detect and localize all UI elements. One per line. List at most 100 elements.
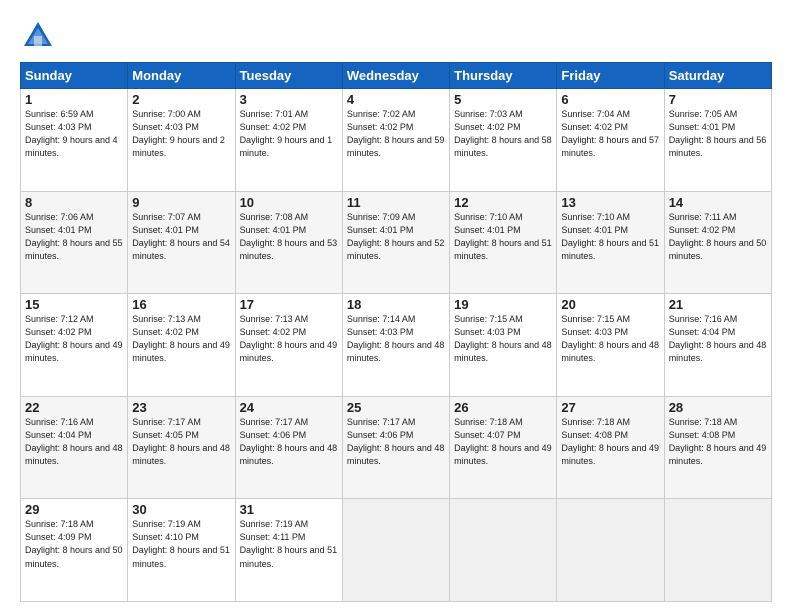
day-info: Sunrise: 7:06 AMSunset: 4:01 PMDaylight:… <box>25 212 123 261</box>
calendar-day-header: Wednesday <box>342 63 449 89</box>
calendar-cell: 27 Sunrise: 7:18 AMSunset: 4:08 PMDayligh… <box>557 396 664 499</box>
day-info: Sunrise: 7:17 AMSunset: 4:06 PMDaylight:… <box>240 417 338 466</box>
day-info: Sunrise: 7:08 AMSunset: 4:01 PMDaylight:… <box>240 212 338 261</box>
calendar-cell: 5 Sunrise: 7:03 AMSunset: 4:02 PMDaylight… <box>450 89 557 192</box>
day-info: Sunrise: 7:15 AMSunset: 4:03 PMDaylight:… <box>561 314 659 363</box>
day-number: 8 <box>25 195 123 210</box>
day-info: Sunrise: 7:12 AMSunset: 4:02 PMDaylight:… <box>25 314 123 363</box>
calendar-week-row: 1 Sunrise: 6:59 AMSunset: 4:03 PMDaylight… <box>21 89 772 192</box>
calendar-day-header: Monday <box>128 63 235 89</box>
day-number: 6 <box>561 92 659 107</box>
calendar-cell <box>342 499 449 602</box>
calendar-day-header: Sunday <box>21 63 128 89</box>
calendar-cell: 17Sunrise: 7:13 AMSunset: 4:02 PMDayligh… <box>235 294 342 397</box>
day-info: Sunrise: 7:05 AMSunset: 4:01 PMDaylight:… <box>669 109 767 158</box>
day-number: 29 <box>25 502 123 517</box>
day-info: Sunrise: 7:02 AMSunset: 4:02 PMDaylight:… <box>347 109 445 158</box>
calendar-week-row: 8 Sunrise: 7:06 AMSunset: 4:01 PMDaylight… <box>21 191 772 294</box>
calendar-day-header: Friday <box>557 63 664 89</box>
calendar-cell <box>450 499 557 602</box>
day-number: 9 <box>132 195 230 210</box>
day-number: 21 <box>669 297 767 312</box>
day-number: 10 <box>240 195 338 210</box>
day-number: 19 <box>454 297 552 312</box>
day-info: Sunrise: 7:10 AMSunset: 4:01 PMDaylight:… <box>561 212 659 261</box>
day-info: Sunrise: 6:59 AMSunset: 4:03 PMDaylight:… <box>25 109 118 158</box>
day-number: 4 <box>347 92 445 107</box>
day-number: 3 <box>240 92 338 107</box>
calendar-cell: 25Sunrise: 7:17 AMSunset: 4:06 PMDayligh… <box>342 396 449 499</box>
day-info: Sunrise: 7:18 AMSunset: 4:07 PMDaylight:… <box>454 417 552 466</box>
day-number: 5 <box>454 92 552 107</box>
day-number: 23 <box>132 400 230 415</box>
calendar-cell: 6Sunrise: 7:04 AMSunset: 4:02 PMDaylight… <box>557 89 664 192</box>
day-number: 1 <box>25 92 123 107</box>
day-number: 25 <box>347 400 445 415</box>
day-info: Sunrise: 7:15 AMSunset: 4:03 PMDaylight:… <box>454 314 552 363</box>
day-number: 22 <box>25 400 123 415</box>
calendar-cell: 9 Sunrise: 7:07 AMSunset: 4:01 PMDaylight… <box>128 191 235 294</box>
day-info: Sunrise: 7:18 AMSunset: 4:09 PMDaylight:… <box>25 519 123 568</box>
calendar-cell: 2Sunrise: 7:00 AMSunset: 4:03 PMDaylight… <box>128 89 235 192</box>
day-number: 11 <box>347 195 445 210</box>
calendar-cell: 12Sunrise: 7:10 AMSunset: 4:01 PMDayligh… <box>450 191 557 294</box>
calendar-table: SundayMondayTuesdayWednesdayThursdayFrid… <box>20 62 772 602</box>
calendar-cell: 23 Sunrise: 7:17 AMSunset: 4:05 PMDayligh… <box>128 396 235 499</box>
day-number: 27 <box>561 400 659 415</box>
calendar-cell: 16 Sunrise: 7:13 AMSunset: 4:02 PMDayligh… <box>128 294 235 397</box>
calendar-cell: 30 Sunrise: 7:19 AMSunset: 4:10 PMDayligh… <box>128 499 235 602</box>
day-info: Sunrise: 7:00 AMSunset: 4:03 PMDaylight:… <box>132 109 225 158</box>
page: SundayMondayTuesdayWednesdayThursdayFrid… <box>0 0 792 612</box>
calendar-cell: 18Sunrise: 7:14 AMSunset: 4:03 PMDayligh… <box>342 294 449 397</box>
calendar-day-header: Tuesday <box>235 63 342 89</box>
day-number: 24 <box>240 400 338 415</box>
calendar-day-header: Thursday <box>450 63 557 89</box>
calendar-cell: 13 Sunrise: 7:10 AMSunset: 4:01 PMDayligh… <box>557 191 664 294</box>
day-info: Sunrise: 7:17 AMSunset: 4:05 PMDaylight:… <box>132 417 230 466</box>
day-info: Sunrise: 7:18 AMSunset: 4:08 PMDaylight:… <box>669 417 767 466</box>
calendar-cell: 3Sunrise: 7:01 AMSunset: 4:02 PMDaylight… <box>235 89 342 192</box>
day-info: Sunrise: 7:18 AMSunset: 4:08 PMDaylight:… <box>561 417 659 466</box>
calendar-cell: 22Sunrise: 7:16 AMSunset: 4:04 PMDayligh… <box>21 396 128 499</box>
calendar-cell: 8 Sunrise: 7:06 AMSunset: 4:01 PMDaylight… <box>21 191 128 294</box>
day-number: 26 <box>454 400 552 415</box>
calendar-week-row: 15 Sunrise: 7:12 AMSunset: 4:02 PMDayligh… <box>21 294 772 397</box>
calendar-cell: 15 Sunrise: 7:12 AMSunset: 4:02 PMDayligh… <box>21 294 128 397</box>
day-info: Sunrise: 7:16 AMSunset: 4:04 PMDaylight:… <box>669 314 767 363</box>
day-info: Sunrise: 7:19 AMSunset: 4:11 PMDaylight:… <box>240 519 338 568</box>
calendar-header-row: SundayMondayTuesdayWednesdayThursdayFrid… <box>21 63 772 89</box>
day-info: Sunrise: 7:19 AMSunset: 4:10 PMDaylight:… <box>132 519 230 568</box>
calendar-cell: 31 Sunrise: 7:19 AMSunset: 4:11 PMDayligh… <box>235 499 342 602</box>
day-number: 7 <box>669 92 767 107</box>
calendar-cell: 24 Sunrise: 7:17 AMSunset: 4:06 PMDayligh… <box>235 396 342 499</box>
day-info: Sunrise: 7:13 AMSunset: 4:02 PMDaylight:… <box>132 314 230 363</box>
calendar-cell: 4 Sunrise: 7:02 AMSunset: 4:02 PMDaylight… <box>342 89 449 192</box>
day-number: 31 <box>240 502 338 517</box>
calendar-week-row: 29 Sunrise: 7:18 AMSunset: 4:09 PMDayligh… <box>21 499 772 602</box>
day-number: 15 <box>25 297 123 312</box>
calendar-week-row: 22Sunrise: 7:16 AMSunset: 4:04 PMDayligh… <box>21 396 772 499</box>
day-number: 17 <box>240 297 338 312</box>
calendar-day-header: Saturday <box>664 63 771 89</box>
calendar-cell: 19 Sunrise: 7:15 AMSunset: 4:03 PMDayligh… <box>450 294 557 397</box>
day-number: 30 <box>132 502 230 517</box>
day-info: Sunrise: 7:03 AMSunset: 4:02 PMDaylight:… <box>454 109 552 158</box>
calendar-cell: 20 Sunrise: 7:15 AMSunset: 4:03 PMDayligh… <box>557 294 664 397</box>
day-info: Sunrise: 7:11 AMSunset: 4:02 PMDaylight:… <box>669 212 767 261</box>
day-number: 16 <box>132 297 230 312</box>
calendar-cell: 26 Sunrise: 7:18 AMSunset: 4:07 PMDayligh… <box>450 396 557 499</box>
logo-icon <box>20 18 56 54</box>
day-number: 20 <box>561 297 659 312</box>
calendar-cell: 7 Sunrise: 7:05 AMSunset: 4:01 PMDaylight… <box>664 89 771 192</box>
header <box>20 18 772 54</box>
calendar-cell: 29 Sunrise: 7:18 AMSunset: 4:09 PMDayligh… <box>21 499 128 602</box>
day-info: Sunrise: 7:09 AMSunset: 4:01 PMDaylight:… <box>347 212 445 261</box>
day-number: 13 <box>561 195 659 210</box>
calendar-cell: 28Sunrise: 7:18 AMSunset: 4:08 PMDayligh… <box>664 396 771 499</box>
calendar-cell: 10 Sunrise: 7:08 AMSunset: 4:01 PMDayligh… <box>235 191 342 294</box>
day-number: 14 <box>669 195 767 210</box>
calendar-cell: 1 Sunrise: 6:59 AMSunset: 4:03 PMDaylight… <box>21 89 128 192</box>
logo <box>20 18 62 54</box>
day-info: Sunrise: 7:07 AMSunset: 4:01 PMDaylight:… <box>132 212 230 261</box>
calendar-cell <box>557 499 664 602</box>
